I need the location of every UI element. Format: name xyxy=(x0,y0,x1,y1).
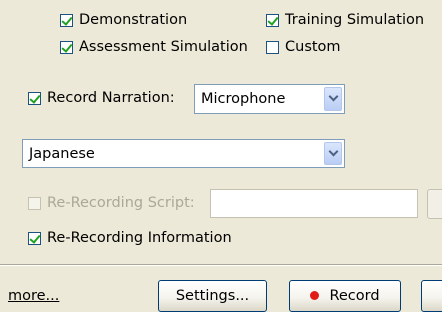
extra-button-partial[interactable] xyxy=(421,280,442,312)
custom-label: Custom xyxy=(285,39,341,55)
assessment-simulation-checkbox[interactable] xyxy=(60,41,73,54)
training-simulation-label: Training Simulation xyxy=(285,12,425,28)
training-simulation-checkbox[interactable] xyxy=(266,14,279,27)
rerecording-information-checkbox[interactable] xyxy=(28,232,41,245)
rerecording-information-label: Re-Recording Information xyxy=(47,230,232,246)
demonstration-label: Demonstration xyxy=(79,12,188,28)
narration-source-value: Microphone xyxy=(201,91,286,107)
record-narration-label: Record Narration: xyxy=(47,90,175,106)
record-narration-checkbox[interactable] xyxy=(28,92,41,105)
record-icon xyxy=(310,290,320,300)
rerecording-script-label: Re-Recording Script: xyxy=(47,195,195,211)
rerecording-script-checkbox[interactable] xyxy=(28,197,41,210)
custom-checkbox[interactable] xyxy=(266,41,279,54)
demonstration-checkbox[interactable] xyxy=(60,14,73,27)
chevron-down-icon[interactable] xyxy=(324,87,342,111)
more-link[interactable]: more... xyxy=(8,287,59,305)
language-value: Japanese xyxy=(29,145,95,162)
record-button-label: Record xyxy=(329,288,380,304)
rerecording-script-input[interactable] xyxy=(210,189,418,218)
record-button[interactable]: Record xyxy=(289,280,401,312)
assessment-simulation-label: Assessment Simulation xyxy=(79,39,248,55)
rerecording-script-browse-button[interactable] xyxy=(427,189,442,219)
narration-source-dropdown[interactable]: Microphone xyxy=(194,84,345,114)
settings-button-label: Settings... xyxy=(175,288,250,304)
language-dropdown[interactable]: Japanese xyxy=(22,139,345,168)
chevron-down-icon[interactable] xyxy=(324,142,342,165)
settings-button[interactable]: Settings... xyxy=(158,280,267,312)
footer-divider-highlight xyxy=(0,265,442,266)
